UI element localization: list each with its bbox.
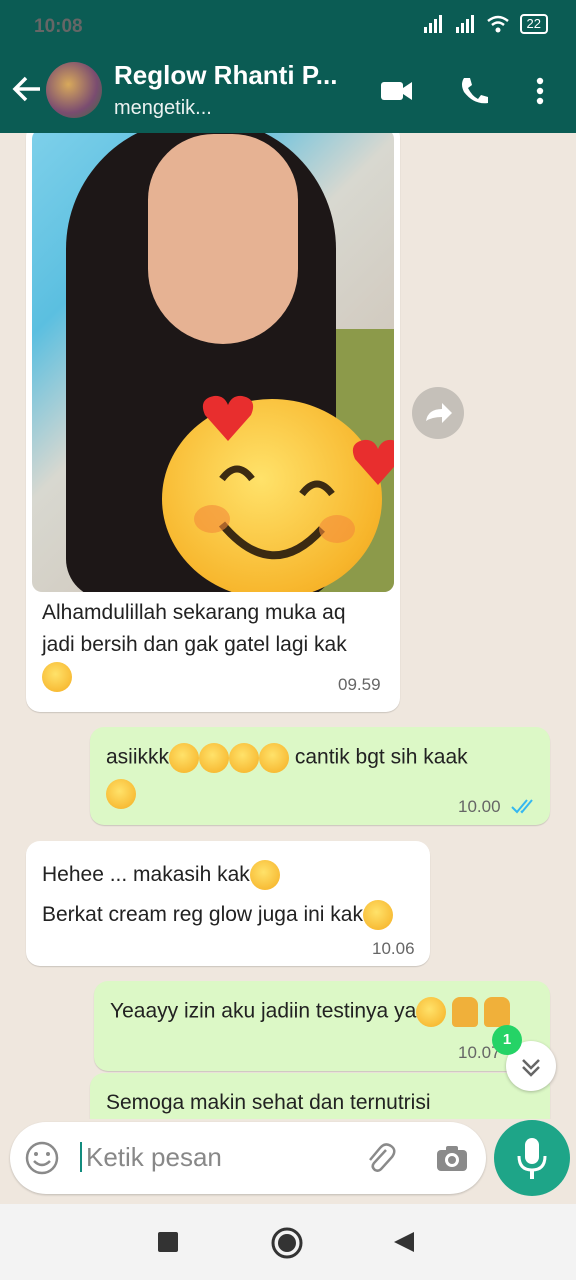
outgoing-message[interactable]: Semoga makin sehat dan ternutrisi	[90, 1073, 550, 1119]
attach-icon[interactable]	[362, 1140, 398, 1176]
message-text: Yeaayy izin aku jadiin testinya ya	[110, 997, 510, 1027]
heart-icon	[352, 439, 394, 485]
system-nav-bar	[0, 1204, 576, 1280]
status-bar: 10:08 22	[0, 0, 576, 54]
shushing-emoji	[416, 997, 447, 1027]
photo-face	[148, 134, 298, 344]
message-text-part: asiikkk	[106, 745, 170, 769]
wifi-icon	[486, 15, 509, 33]
mic-icon	[517, 1138, 547, 1179]
smile-emoji	[42, 662, 72, 693]
message-caption: Alhamdulillah sekarang muka aq jadi bers…	[42, 597, 382, 693]
camera-icon[interactable]	[434, 1140, 470, 1176]
smiling-hearts-emoji	[162, 399, 382, 592]
chat-header[interactable]: Reglow Rhanti P... mengetik...	[0, 54, 576, 133]
signal-icon-2	[455, 15, 474, 33]
message-time: 09.59	[338, 675, 381, 694]
message-line: Hehee ... makasih kak	[42, 863, 250, 886]
praying-hands-emoji	[452, 997, 479, 1027]
image-message[interactable]: Alhamdulillah sekarang muka aq jadi bers…	[26, 133, 400, 712]
photo[interactable]	[32, 133, 394, 592]
caption-line-2: jadi bersih dan gak gatel lagi kak	[42, 633, 347, 656]
heart-eyes-emoji	[259, 743, 290, 773]
unread-badge: 1	[492, 1025, 522, 1055]
emoji-features	[194, 465, 355, 560]
message-time: 10.06	[372, 939, 415, 958]
forward-button[interactable]	[412, 387, 464, 439]
outgoing-message[interactable]: Yeaayy izin aku jadiin testinya ya 10.07	[94, 981, 550, 1071]
forward-icon	[426, 403, 452, 423]
read-receipt-icon	[511, 799, 533, 814]
emoji-icon[interactable]	[24, 1140, 60, 1176]
status-time: 10:08	[34, 16, 83, 37]
crying-emoji	[106, 779, 136, 809]
nav-back-icon[interactable]	[392, 1230, 416, 1254]
more-icon[interactable]	[522, 74, 558, 108]
message-list[interactable]: Alhamdulillah sekarang muka aq jadi bers…	[0, 133, 576, 1119]
app-header: 10:08 22 Reglow Rhanti P... mengetik...	[0, 0, 576, 133]
battery-indicator: 22	[519, 14, 548, 34]
contact-name[interactable]: Reglow Rhanti P...	[114, 60, 337, 91]
message-text-part: cantik bgt sih kaak	[294, 745, 468, 769]
heart-eyes-emoji	[199, 743, 230, 773]
message-text: asiikkk cantik bgt sih kaak	[106, 743, 468, 773]
message-time: 10.00	[458, 797, 501, 816]
message-input-bar[interactable]: Ketik pesan	[10, 1122, 486, 1194]
heart-eyes-emoji	[229, 743, 260, 773]
back-arrow-icon[interactable]	[10, 72, 44, 106]
recents-icon[interactable]	[156, 1230, 180, 1254]
heart-eyes-emoji	[169, 743, 200, 773]
message-line: Berkat cream reg glow juga ini kak	[42, 903, 363, 926]
phone-icon[interactable]	[456, 74, 492, 108]
outgoing-message[interactable]: asiikkk cantik bgt sih kaak 10.00	[90, 727, 550, 825]
avatar[interactable]	[46, 62, 102, 118]
video-call-icon[interactable]	[378, 74, 414, 108]
message-text-part: Yeaayy izin aku jadiin testinya ya	[110, 999, 417, 1023]
smiling-hearts-emoji	[249, 860, 280, 891]
praying-hands-emoji	[483, 997, 510, 1027]
signal-icon	[423, 15, 442, 33]
caption-line-1: Alhamdulillah sekarang muka aq	[42, 601, 346, 624]
incoming-message[interactable]: Hehee ... makasih kak Berkat cream reg g…	[26, 841, 430, 966]
heart-icon	[202, 395, 254, 441]
home-icon[interactable]	[270, 1226, 304, 1260]
voice-record-button[interactable]	[494, 1120, 570, 1196]
message-input[interactable]: Ketik pesan	[80, 1142, 222, 1172]
grin-emoji	[362, 900, 393, 931]
message-text: Semoga makin sehat dan ternutrisi	[106, 1091, 431, 1114]
status-icons: 22	[422, 14, 548, 34]
message-text: Hehee ... makasih kak Berkat cream reg g…	[42, 855, 393, 935]
typing-status: mengetik...	[114, 97, 212, 119]
